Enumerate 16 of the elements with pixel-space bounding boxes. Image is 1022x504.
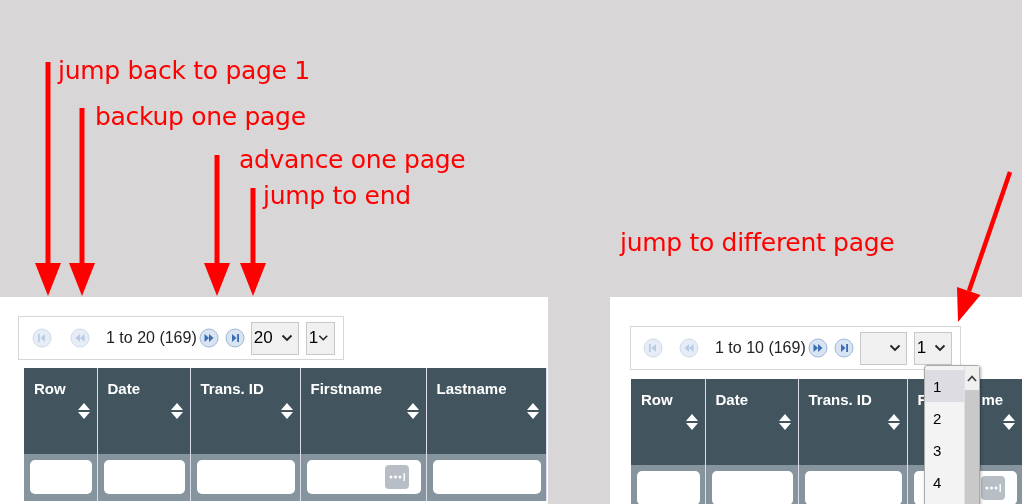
column-label: Lastname	[436, 380, 507, 397]
column-label: Trans. ID	[200, 380, 264, 397]
column-label: Date	[107, 380, 140, 397]
column-label: Row	[641, 391, 673, 408]
annotation-text: jump to end	[263, 181, 411, 211]
column-label: Date	[715, 391, 748, 408]
column-label: Trans. ID	[808, 391, 872, 408]
range-text: 1 to 10 (169)	[715, 339, 806, 357]
column-label: me	[981, 391, 1004, 408]
annotation-text: backup one page	[95, 102, 306, 132]
column-label: Firstname	[310, 380, 383, 397]
annotation-text: advance one page	[239, 145, 466, 175]
range-text: 1 to 20 (169)	[106, 329, 197, 347]
annotation-text: jump back to page 1	[58, 56, 310, 86]
column-label: Row	[34, 380, 66, 397]
annotation-text: jump to different page	[620, 228, 895, 258]
